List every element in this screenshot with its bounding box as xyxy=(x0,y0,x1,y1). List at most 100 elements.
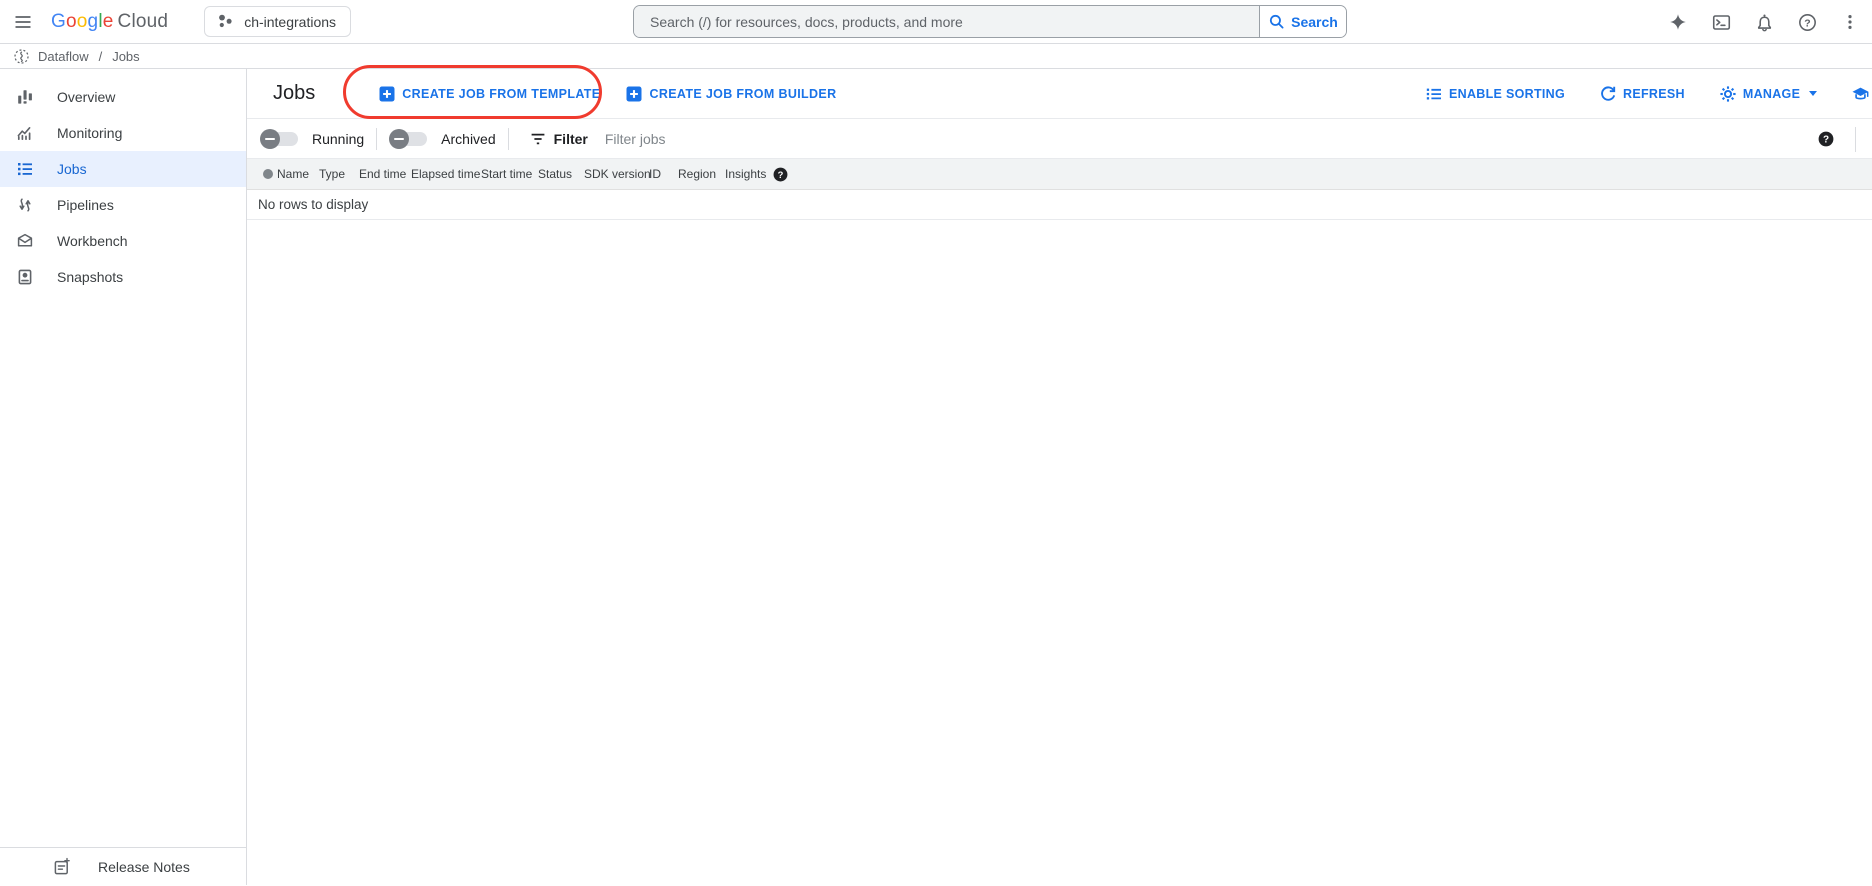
refresh-label: REFRESH xyxy=(1623,87,1685,101)
archived-toggle[interactable] xyxy=(389,129,427,149)
manage-label: MANAGE xyxy=(1743,87,1800,101)
toggle-knob-minus-icon xyxy=(260,129,280,149)
monitoring-icon xyxy=(15,123,35,143)
sidebar-item-snapshots[interactable]: Snapshots xyxy=(0,259,246,295)
column-header-start-time[interactable]: Start time xyxy=(481,167,538,181)
jobs-table-header: Name Type End time Elapsed time Start ti… xyxy=(247,159,1872,190)
gemini-icon[interactable] xyxy=(1667,11,1689,33)
overview-icon xyxy=(15,87,35,107)
filter-button[interactable]: Filter xyxy=(529,130,588,148)
svg-text:?: ? xyxy=(1823,135,1829,146)
sidebar: Overview Monitoring Jobs Pipelines xyxy=(0,69,247,885)
learn-button[interactable]: LEARN xyxy=(1851,85,1872,103)
enable-sorting-button[interactable]: ENABLE SORTING xyxy=(1425,85,1565,103)
project-name: ch-integrations xyxy=(244,14,336,30)
hamburger-menu-icon[interactable] xyxy=(12,11,34,33)
manage-button[interactable]: MANAGE xyxy=(1719,85,1817,103)
sidebar-footer-label: Release Notes xyxy=(98,859,190,875)
create-job-from-builder-label: CREATE JOB FROM BUILDER xyxy=(649,87,836,101)
breadcrumb: Dataflow / Jobs xyxy=(0,44,1872,69)
page-header: Jobs CREATE JOB FROM TEMPLATE CREATE JOB… xyxy=(247,69,1872,119)
search-button-label: Search xyxy=(1291,14,1338,30)
top-bar: GoogleCloud ch-integrations Search ? xyxy=(0,0,1872,44)
divider xyxy=(1855,127,1856,152)
filter-jobs-input[interactable] xyxy=(605,131,1205,147)
gear-icon xyxy=(1719,85,1737,103)
sidebar-item-label: Snapshots xyxy=(57,269,123,285)
main-panel: Jobs CREATE JOB FROM TEMPLATE CREATE JOB… xyxy=(247,69,1872,885)
google-cloud-logo[interactable]: GoogleCloud xyxy=(51,11,168,33)
running-toggle[interactable] xyxy=(260,129,298,149)
dataflow-product-icon xyxy=(13,48,30,65)
filter-list-icon xyxy=(529,130,547,148)
pipelines-icon xyxy=(15,195,35,215)
jobs-list-icon xyxy=(15,159,35,179)
breadcrumb-product[interactable]: Dataflow xyxy=(38,49,89,64)
help-icon[interactable]: ? xyxy=(1796,11,1818,33)
column-header-sdk-version[interactable]: SDK version xyxy=(584,167,649,181)
empty-table-message: No rows to display xyxy=(247,190,1872,220)
logo-letter: e xyxy=(103,11,114,32)
logo-cloud-text: Cloud xyxy=(118,11,169,32)
chevron-down-icon xyxy=(1809,91,1817,96)
divider xyxy=(376,128,377,150)
sidebar-item-label: Monitoring xyxy=(57,125,122,141)
snapshots-icon xyxy=(15,267,35,287)
header-toolbar: ENABLE SORTING REFRESH MANAGE xyxy=(1425,69,1872,118)
add-box-icon xyxy=(379,86,395,102)
sidebar-item-workbench[interactable]: Workbench xyxy=(0,223,246,259)
sidebar-item-pipelines[interactable]: Pipelines xyxy=(0,187,246,223)
page-title: Jobs xyxy=(273,82,315,105)
create-job-from-template-label: CREATE JOB FROM TEMPLATE xyxy=(402,87,600,101)
column-header-insights[interactable]: Insights xyxy=(725,167,766,181)
logo-letter: G xyxy=(51,11,66,32)
project-selector[interactable]: ch-integrations xyxy=(204,6,351,37)
content-area: Overview Monitoring Jobs Pipelines xyxy=(0,69,1872,885)
search-button[interactable]: Search xyxy=(1259,6,1346,37)
column-header-elapsed-time[interactable]: Elapsed time xyxy=(411,167,481,181)
create-job-from-template-button[interactable]: CREATE JOB FROM TEMPLATE xyxy=(379,86,600,102)
logo-letter: o xyxy=(77,11,88,32)
filter-label: Filter xyxy=(554,131,588,147)
sidebar-nav: Overview Monitoring Jobs Pipelines xyxy=(0,69,246,295)
column-header-type[interactable]: Type xyxy=(319,167,359,181)
svg-text:?: ? xyxy=(778,169,784,179)
sort-list-icon xyxy=(1425,85,1443,103)
add-box-icon xyxy=(626,86,642,102)
filter-help-icon[interactable]: ? xyxy=(1818,131,1834,147)
no-rows-text: No rows to display xyxy=(258,197,368,212)
column-header-end-time[interactable]: End time xyxy=(359,167,411,181)
insights-help-icon[interactable]: ? xyxy=(773,167,788,182)
sidebar-item-label: Workbench xyxy=(57,233,128,249)
sidebar-item-release-notes[interactable]: Release Notes xyxy=(0,847,246,885)
refresh-icon xyxy=(1599,85,1617,103)
global-search: Search xyxy=(633,5,1347,38)
sidebar-item-label: Jobs xyxy=(57,161,87,177)
notifications-bell-icon[interactable] xyxy=(1753,11,1775,33)
divider xyxy=(508,128,509,150)
release-notes-icon xyxy=(52,857,72,877)
sidebar-item-label: Overview xyxy=(57,89,115,105)
column-header-id[interactable]: ID xyxy=(649,167,678,181)
toggle-knob-minus-icon xyxy=(389,129,409,149)
column-header-name[interactable]: Name xyxy=(277,167,319,181)
cloud-shell-icon[interactable] xyxy=(1710,11,1732,33)
more-options-icon[interactable] xyxy=(1839,11,1861,33)
sidebar-item-monitoring[interactable]: Monitoring xyxy=(0,115,246,151)
learn-school-icon xyxy=(1851,85,1870,103)
refresh-button[interactable]: REFRESH xyxy=(1599,85,1685,103)
sidebar-item-jobs[interactable]: Jobs xyxy=(0,151,246,187)
column-header-status[interactable]: Status xyxy=(538,167,584,181)
column-header-region[interactable]: Region xyxy=(678,167,725,181)
status-dot-column-icon xyxy=(263,169,273,179)
filter-bar: Running Archived Filter ? xyxy=(247,119,1872,159)
enable-sorting-label: ENABLE SORTING xyxy=(1449,87,1565,101)
create-job-from-builder-button[interactable]: CREATE JOB FROM BUILDER xyxy=(626,86,836,102)
search-input[interactable] xyxy=(634,6,1259,37)
sidebar-item-overview[interactable]: Overview xyxy=(0,79,246,115)
logo-letter: o xyxy=(66,11,77,32)
project-icon xyxy=(216,12,235,31)
search-icon xyxy=(1268,13,1286,31)
breadcrumb-separator: / xyxy=(99,49,103,64)
breadcrumb-page[interactable]: Jobs xyxy=(112,49,139,64)
